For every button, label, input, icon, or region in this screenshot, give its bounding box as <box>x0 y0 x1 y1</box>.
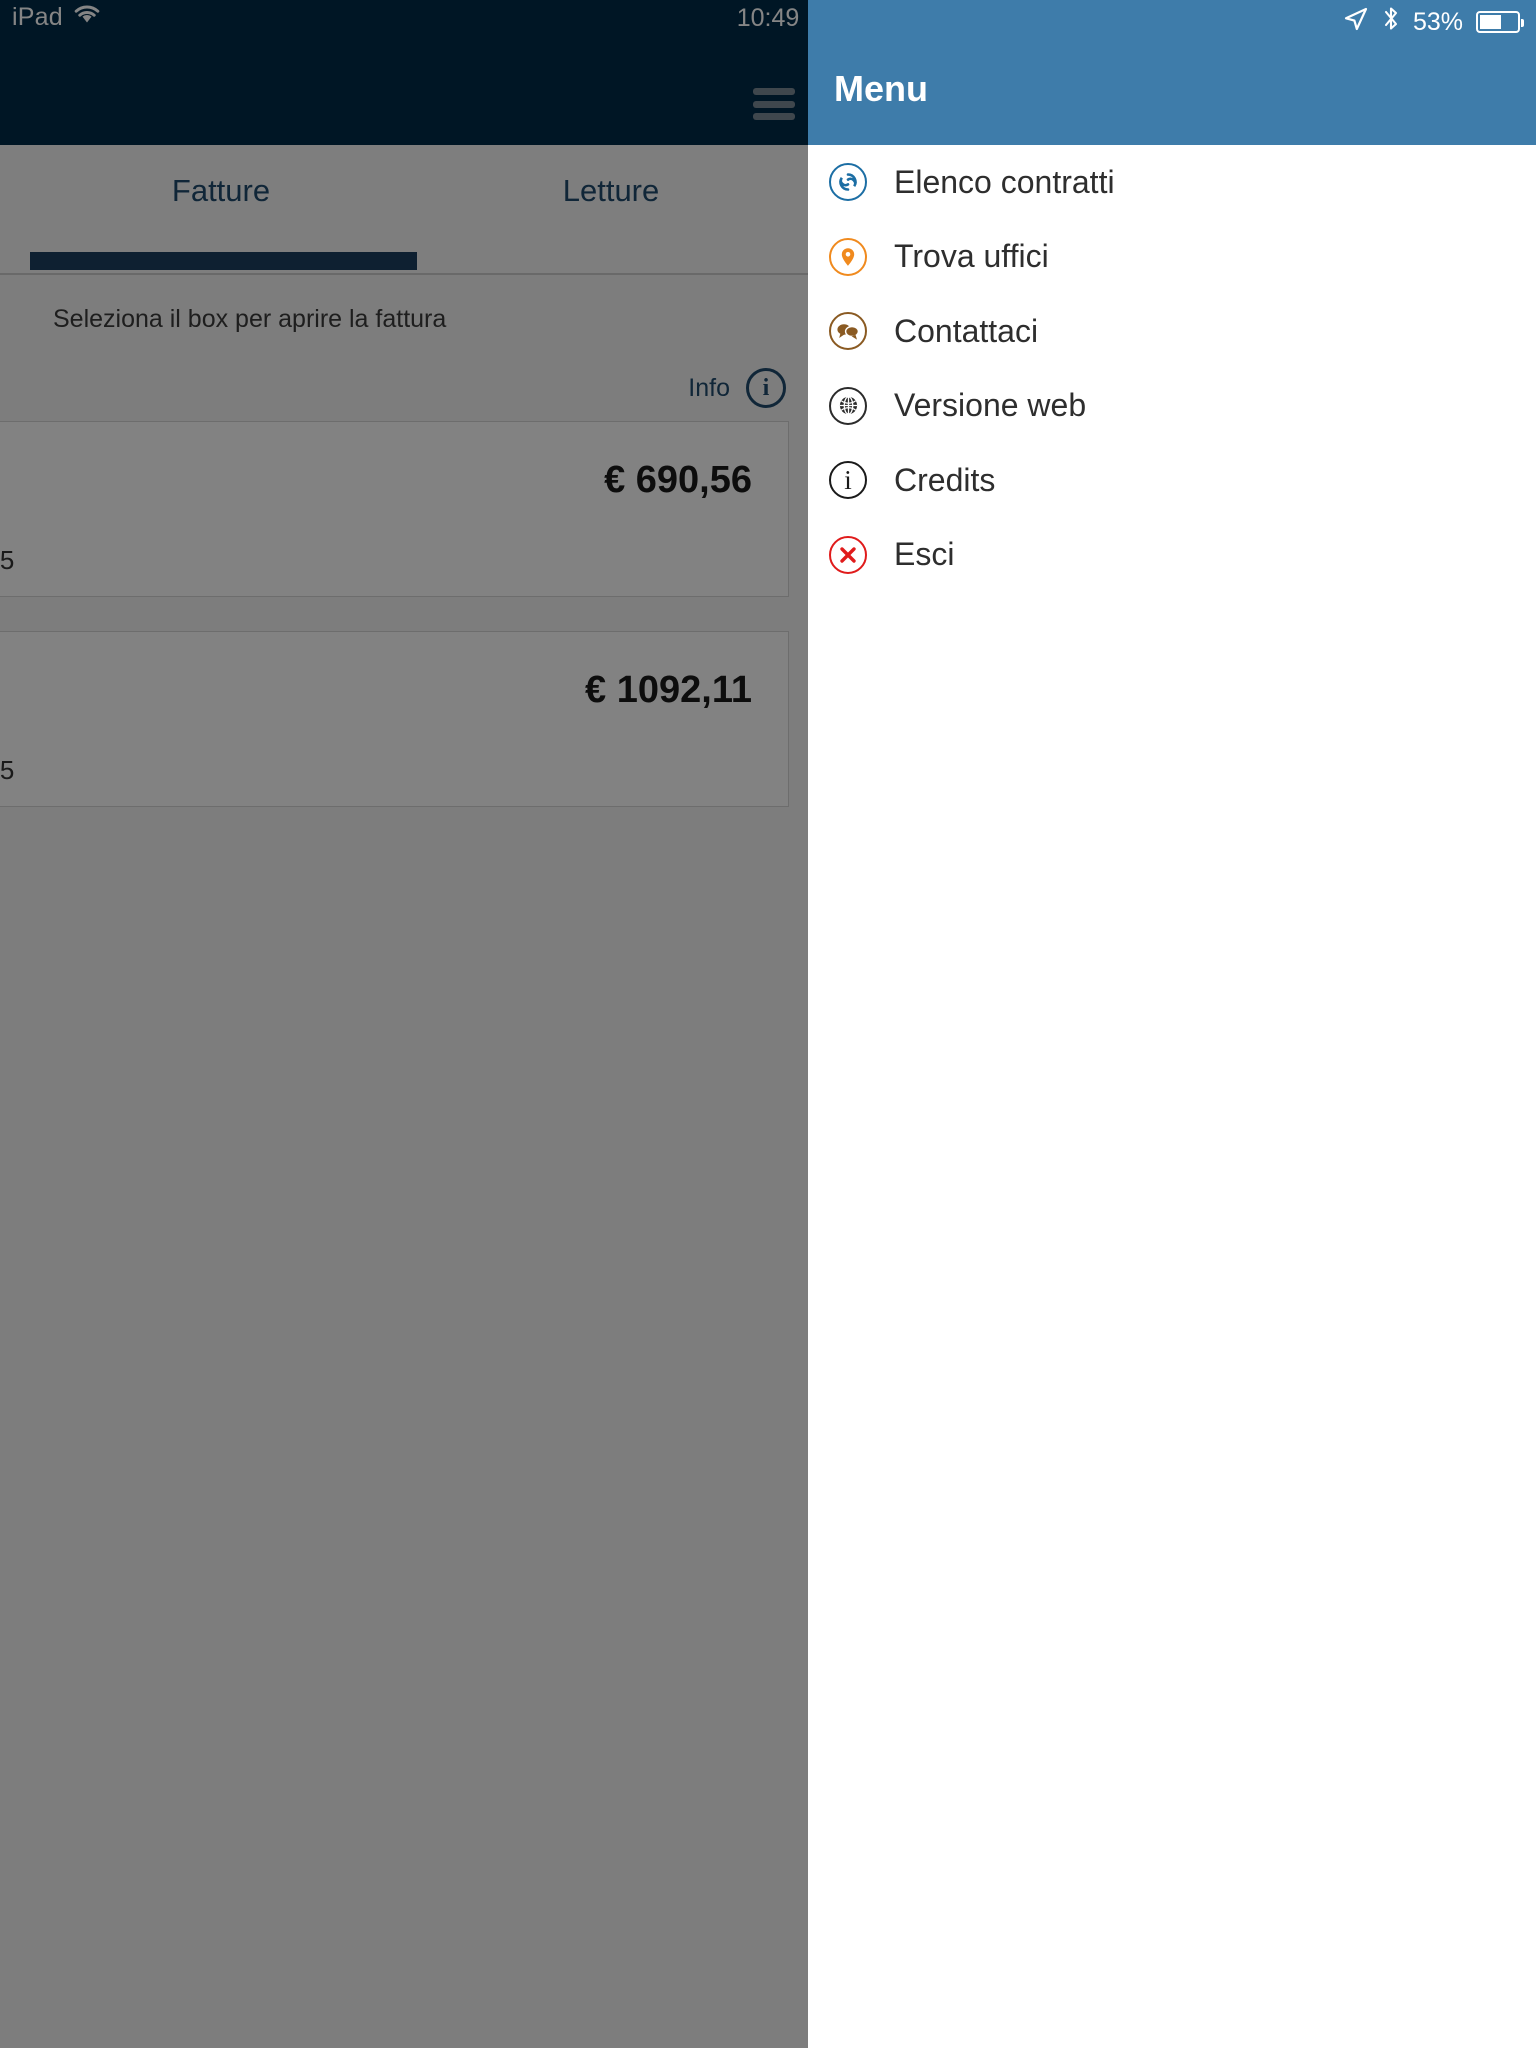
info-button[interactable]: Info i <box>688 368 786 408</box>
chat-bubbles-icon <box>828 311 868 351</box>
invoice-card[interactable]: € 1092,11 015 <box>0 631 789 807</box>
tab-letture[interactable]: Letture <box>416 173 806 209</box>
battery-percent-label: 53% <box>1412 7 1463 36</box>
close-circle-icon <box>828 535 868 575</box>
menu-item-credits[interactable]: i Credits <box>808 443 1536 518</box>
invoice-hint-text: Seleziona il box per aprire la fattura <box>53 305 447 333</box>
invoice-list-panel: Seleziona il box per aprire la fattura I… <box>0 275 808 2048</box>
hamburger-menu-icon[interactable] <box>753 88 795 120</box>
active-tab-indicator <box>30 252 417 270</box>
side-menu-list: Elenco contratti Trova uffici Contattaci… <box>808 145 1536 592</box>
hamburger-bar <box>753 100 795 108</box>
invoice-amount: € 1092,11 <box>585 669 752 711</box>
side-menu-title: Menu <box>834 68 928 109</box>
invoice-amount: € 690,56 <box>604 459 752 501</box>
clock-label: 10:49 <box>736 4 800 32</box>
side-menu-panel: 53% Menu Elenco contratti Trova uffici C… <box>808 0 1536 2048</box>
menu-item-esci[interactable]: Esci <box>808 518 1536 593</box>
battery-fill <box>1480 15 1502 29</box>
info-label: Info <box>688 373 730 402</box>
menu-item-label: Versione web <box>894 387 1087 424</box>
menu-item-label: Esci <box>894 536 955 573</box>
info-circle-icon[interactable]: i <box>746 368 786 408</box>
invoice-date: 015 <box>0 545 15 575</box>
invoice-date: 015 <box>0 755 15 785</box>
status-bar-right-group: 53% <box>1343 5 1524 39</box>
info-circle-icon: i <box>828 460 868 500</box>
menu-item-contattaci[interactable]: Contattaci <box>808 294 1536 369</box>
app-navigation-bar <box>0 40 808 145</box>
ios-status-bar-left: iPad 10:49 <box>0 0 808 40</box>
hamburger-bar <box>753 113 795 120</box>
battery-icon <box>1476 11 1524 33</box>
menu-item-label: Credits <box>894 461 996 498</box>
bluetooth-icon <box>1382 5 1400 39</box>
globe-icon <box>828 386 868 426</box>
contracts-swirl-icon <box>828 162 868 202</box>
location-pin-icon <box>828 237 868 277</box>
ios-status-bar-right: 53% <box>808 0 1536 40</box>
menu-item-trova-uffici[interactable]: Trova uffici <box>808 220 1536 295</box>
tab-bar: Fatture Letture <box>0 145 808 275</box>
app-content-layer: iPad 10:49 Fatture Letture Seleziona il … <box>0 0 808 2048</box>
hamburger-bar <box>753 88 795 95</box>
menu-item-elenco-contratti[interactable]: Elenco contratti <box>808 145 1536 220</box>
menu-item-label: Contattaci <box>894 312 1039 349</box>
location-arrow-icon <box>1343 6 1369 39</box>
menu-item-label: Elenco contratti <box>894 163 1115 200</box>
tab-fatture[interactable]: Fatture <box>26 173 416 209</box>
menu-item-label: Trova uffici <box>894 238 1049 275</box>
side-menu-header: Menu <box>808 40 1536 145</box>
menu-item-versione-web[interactable]: Versione web <box>808 369 1536 444</box>
invoice-card[interactable]: € 690,56 015 <box>0 421 789 597</box>
